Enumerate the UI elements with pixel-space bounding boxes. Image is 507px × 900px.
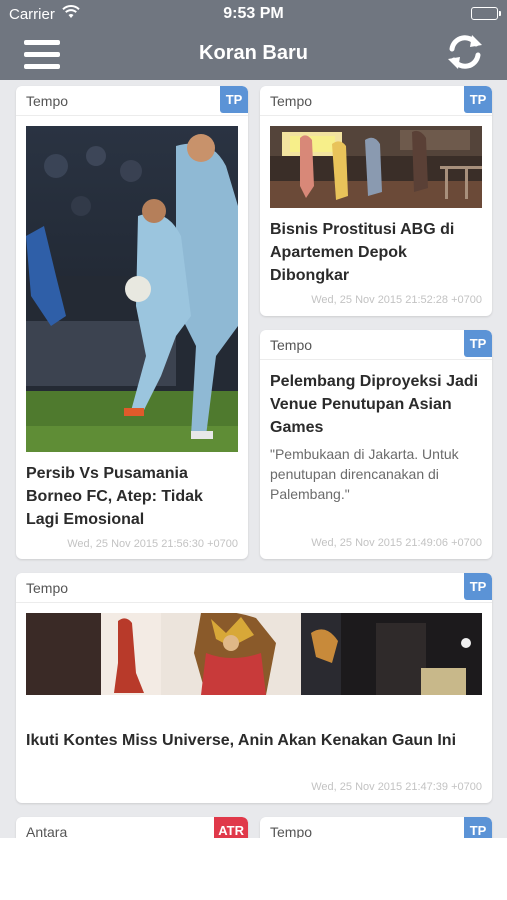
page-title: Koran Baru — [199, 42, 308, 64]
article-headline[interactable]: Pelembang Diproyeksi Jadi Venue Penutupa… — [270, 370, 482, 439]
card-header: Tempo TP — [260, 330, 492, 360]
source-badge: TP — [464, 86, 492, 113]
article-timestamp: Wed, 25 Nov 2015 21:49:06 +0700 — [311, 537, 482, 549]
clock: 9:53 PM — [223, 5, 284, 22]
article-card[interactable]: Tempo TP Bisnis Prostitusi ABG di Aparte… — [260, 86, 492, 316]
source-badge: TP — [464, 573, 492, 600]
bottom-area — [0, 838, 507, 900]
source-name: Tempo — [26, 580, 69, 596]
article-card[interactable]: Tempo TP Ikuti Kontes Miss Universe, Ani… — [16, 573, 492, 803]
card-header: Tempo TP — [260, 817, 492, 838]
article-image — [270, 126, 482, 208]
source-name: Tempo — [270, 824, 313, 838]
article-image — [26, 613, 482, 695]
article-timestamp: Wed, 25 Nov 2015 21:47:39 +0700 — [311, 781, 482, 793]
source-name: Tempo — [270, 93, 313, 109]
article-headline[interactable]: Persib Vs Pusamania Borneo FC, Atep: Tid… — [26, 462, 238, 531]
article-excerpt: "Pembukaan di Jakarta. Untuk penutupan d… — [270, 446, 459, 502]
refresh-button[interactable] — [445, 32, 485, 72]
source-name: Antara — [26, 824, 68, 838]
article-timestamp: Wed, 25 Nov 2015 21:56:30 +0700 — [67, 538, 238, 550]
news-feed[interactable]: Tempo TP Persib Vs Pusamania Borneo FC, … — [0, 80, 507, 838]
article-headline[interactable]: Bisnis Prostitusi ABG di Apartemen Depok… — [270, 218, 482, 287]
card-header: Tempo TP — [260, 86, 492, 116]
refresh-icon — [448, 35, 482, 69]
article-card[interactable]: Tempo TP — [16, 86, 248, 559]
article-card[interactable]: Tempo TP — [260, 817, 492, 838]
article-card[interactable]: Tempo TP Pelembang Diproyeksi Jadi Venue… — [260, 330, 492, 559]
source-badge: TP — [464, 330, 492, 357]
article-image — [26, 126, 238, 452]
source-name: Tempo — [26, 93, 69, 109]
nav-bar: Koran Baru — [0, 30, 507, 80]
card-header: Antara ATR — [16, 817, 248, 838]
battery-icon — [471, 7, 501, 20]
article-headline[interactable]: Ikuti Kontes Miss Universe, Anin Akan Ke… — [26, 729, 482, 752]
card-header: Tempo TP — [16, 573, 492, 603]
source-badge: ATR — [214, 817, 248, 838]
article-card[interactable]: Antara ATR — [16, 817, 248, 838]
source-badge: TP — [220, 86, 248, 113]
status-bar: Carrier 9:53 PM — [0, 0, 507, 30]
article-timestamp: Wed, 25 Nov 2015 21:52:28 +0700 — [311, 294, 482, 306]
source-name: Tempo — [270, 337, 313, 353]
source-badge: TP — [464, 817, 492, 838]
card-header: Tempo TP — [16, 86, 248, 116]
